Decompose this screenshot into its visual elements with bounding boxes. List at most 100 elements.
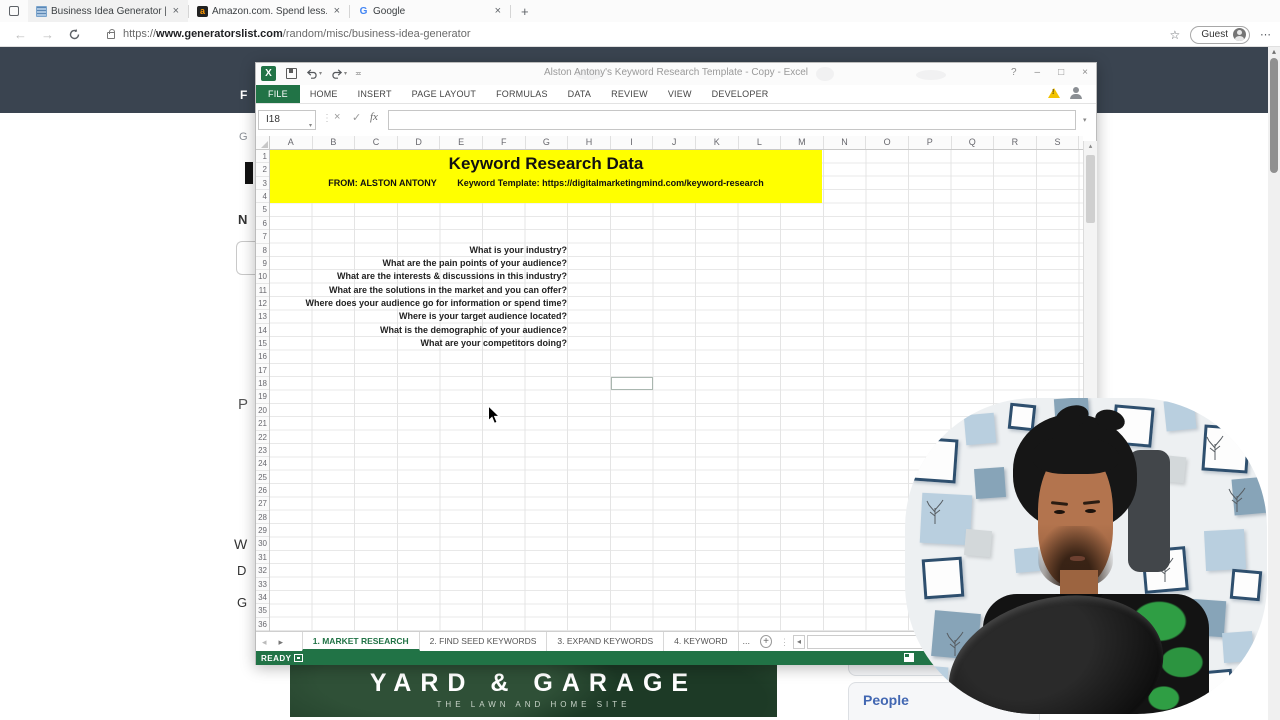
row-header[interactable]: 34 [256, 591, 269, 604]
excel-minimize-button[interactable]: – [1035, 67, 1041, 78]
profile-button[interactable]: Guest [1190, 26, 1250, 44]
ribbon-tab-review[interactable]: REVIEW [601, 85, 658, 103]
browser-tab[interactable]: GGoogle× [350, 0, 510, 22]
formula-input[interactable] [388, 110, 1076, 130]
back-button[interactable]: ← [14, 27, 27, 42]
ribbon-tab-home[interactable]: HOME [300, 85, 348, 103]
excel-maximize-button[interactable]: □ [1058, 67, 1064, 78]
column-header[interactable]: O [866, 136, 909, 149]
cancel-icon[interactable]: × [334, 111, 340, 123]
column-header[interactable]: N [824, 136, 867, 149]
forward-button[interactable]: → [41, 27, 54, 42]
scroll-up-icon[interactable]: ▴ [1268, 47, 1280, 57]
hscroll-left-button[interactable]: ◂ [793, 635, 805, 649]
selected-cell-I18[interactable] [611, 377, 654, 390]
column-header[interactable]: C [355, 136, 398, 149]
browser-tab[interactable]: aAmazon.com. Spend less. Smile× [189, 0, 349, 22]
row-header[interactable]: 3 [256, 177, 269, 190]
column-header[interactable]: A [270, 136, 313, 149]
row-headers[interactable]: 1234567891011121314151617181920212223242… [256, 150, 270, 631]
row-header[interactable]: 4 [256, 190, 269, 203]
row-header[interactable]: 19 [256, 390, 269, 403]
question-cell[interactable]: What are the interests & discussions in … [337, 270, 567, 283]
row-header[interactable]: 6 [256, 217, 269, 230]
new-tab-button[interactable]: + [521, 4, 529, 19]
row-header[interactable]: 11 [256, 284, 269, 297]
add-sheet-button[interactable]: + [760, 635, 772, 648]
column-headers[interactable]: ABCDEFGHIJKLMNOPQRS [270, 136, 1083, 150]
url-bar[interactable]: https://www.generatorslist.com/random/mi… [123, 28, 470, 40]
sheet-scrollbar-thumb[interactable] [1086, 155, 1095, 223]
row-header[interactable]: 31 [256, 551, 269, 564]
row-header[interactable]: 21 [256, 417, 269, 430]
column-header[interactable]: S [1037, 136, 1080, 149]
column-header[interactable]: J [653, 136, 696, 149]
column-header[interactable]: P [909, 136, 952, 149]
row-header[interactable]: 26 [256, 484, 269, 497]
row-header[interactable]: 5 [256, 203, 269, 216]
row-header[interactable]: 14 [256, 324, 269, 337]
row-header[interactable]: 1 [256, 150, 269, 163]
excel-title-bar[interactable]: X ▾ ▾ ≖ Alston Antony's Keyword Research… [256, 63, 1096, 85]
ribbon-tab-data[interactable]: DATA [558, 85, 601, 103]
ribbon-tab-formulas[interactable]: FORMULAS [486, 85, 558, 103]
sheet-nav-right-icon[interactable]: ▸ [273, 632, 290, 651]
name-box-dropdown-icon[interactable]: ▾ [309, 117, 312, 135]
row-header[interactable]: 18 [256, 377, 269, 390]
row-header[interactable]: 27 [256, 497, 269, 510]
ribbon-tab-file[interactable]: FILE [256, 85, 300, 103]
account-icon[interactable] [1070, 87, 1082, 99]
row-header[interactable]: 20 [256, 404, 269, 417]
tab-list-icon[interactable] [9, 6, 19, 16]
scroll-up-icon[interactable]: ▴ [1084, 141, 1097, 153]
ribbon-tab-insert[interactable]: INSERT [348, 85, 402, 103]
ribbon-tab-page-layout[interactable]: PAGE LAYOUT [402, 85, 486, 103]
select-all-corner[interactable] [256, 136, 270, 150]
question-cell[interactable]: Where does your audience go for informat… [305, 297, 567, 310]
ribbon-tab-developer[interactable]: DEVELOPER [702, 85, 779, 103]
row-header[interactable]: 25 [256, 471, 269, 484]
browser-scrollbar-thumb[interactable] [1270, 58, 1278, 173]
row-header[interactable]: 13 [256, 310, 269, 323]
name-box[interactable]: I18 ▾ [258, 110, 316, 130]
normal-view-icon[interactable] [904, 653, 914, 662]
browser-menu-icon[interactable]: ⋯ [1260, 28, 1272, 41]
column-header[interactable]: R [994, 136, 1037, 149]
row-header[interactable]: 16 [256, 350, 269, 363]
column-header[interactable]: H [568, 136, 611, 149]
row-header[interactable]: 24 [256, 457, 269, 470]
question-cell[interactable]: What is your industry? [469, 244, 567, 257]
question-cell[interactable]: What are your competitors doing? [420, 337, 567, 350]
favorites-star-icon[interactable]: ☆ [1170, 28, 1181, 42]
column-header[interactable]: D [398, 136, 441, 149]
row-header[interactable]: 15 [256, 337, 269, 350]
row-header[interactable]: 32 [256, 564, 269, 577]
row-header[interactable]: 36 [256, 618, 269, 631]
tab-close-icon[interactable]: × [492, 5, 504, 17]
insert-function-icon[interactable]: fx [370, 111, 378, 123]
row-header[interactable]: 30 [256, 537, 269, 550]
row-header[interactable]: 12 [256, 297, 269, 310]
row-header[interactable]: 35 [256, 604, 269, 617]
excel-close-button[interactable]: × [1082, 67, 1088, 78]
warning-icon[interactable] [1048, 88, 1060, 98]
column-header[interactable]: I [611, 136, 654, 149]
row-header[interactable]: 7 [256, 230, 269, 243]
row-header[interactable]: 22 [256, 431, 269, 444]
row-header[interactable]: 9 [256, 257, 269, 270]
column-header[interactable]: B [313, 136, 356, 149]
tab-close-icon[interactable]: × [170, 5, 182, 17]
tab-close-icon[interactable]: × [331, 5, 343, 17]
sheet-tabs-overflow[interactable]: ... [739, 632, 755, 651]
row-header[interactable]: 10 [256, 270, 269, 283]
sheet-tab[interactable]: 3. EXPAND KEYWORDS [547, 632, 664, 651]
excel-help-icon[interactable]: ? [1011, 67, 1017, 78]
formula-bar-expand-icon[interactable]: ▾ [1083, 116, 1087, 124]
sheet-tab[interactable]: 1. MARKET RESEARCH [302, 632, 420, 651]
browser-scrollbar[interactable]: ▴ [1268, 47, 1280, 720]
row-header[interactable]: 8 [256, 244, 269, 257]
column-header[interactable]: F [483, 136, 526, 149]
ribbon-tab-view[interactable]: VIEW [658, 85, 702, 103]
column-header[interactable]: E [440, 136, 483, 149]
question-cell[interactable]: What is the demographic of your audience… [380, 324, 567, 337]
